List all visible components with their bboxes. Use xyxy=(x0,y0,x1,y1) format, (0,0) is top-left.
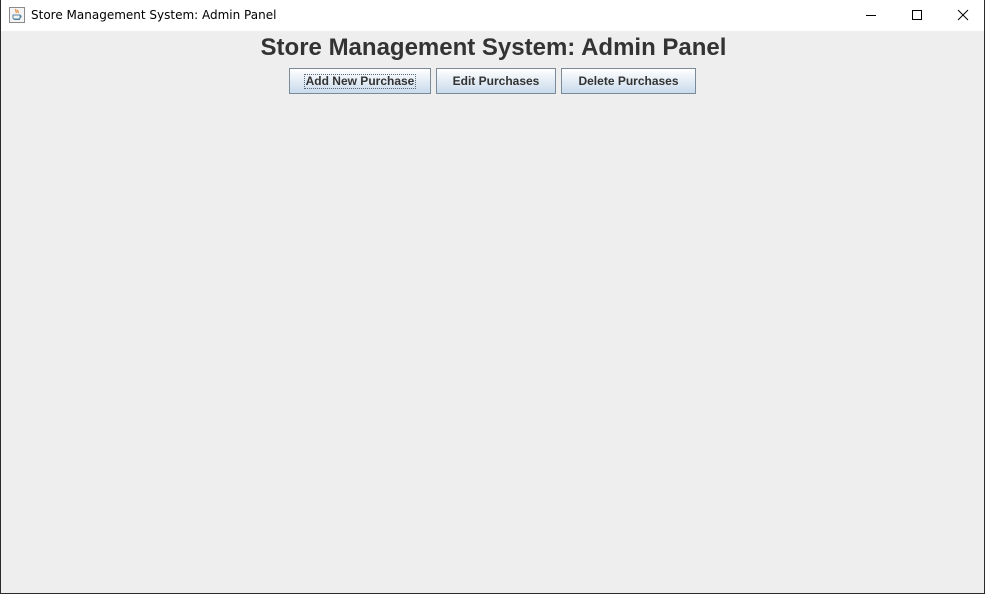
java-app-icon[interactable] xyxy=(9,7,25,23)
admin-panel-content: Store Management System: Admin Panel Add… xyxy=(1,31,984,593)
add-new-purchase-label: Add New Purchase xyxy=(303,74,417,89)
minimize-icon xyxy=(866,15,876,16)
page-title: Store Management System: Admin Panel xyxy=(260,34,727,61)
maximize-icon xyxy=(912,10,922,20)
title-bar[interactable]: Store Management System: Admin Panel xyxy=(1,0,984,31)
close-button[interactable] xyxy=(940,0,985,31)
application-window: Store Management System: Admin Panel Sto… xyxy=(0,0,985,594)
close-icon xyxy=(957,9,969,21)
delete-purchases-button[interactable]: Delete Purchases xyxy=(561,68,696,94)
edit-purchases-label: Edit Purchases xyxy=(452,74,540,88)
maximize-button[interactable] xyxy=(894,0,940,31)
edit-purchases-button[interactable]: Edit Purchases xyxy=(436,68,556,94)
window-title: Store Management System: Admin Panel xyxy=(31,8,277,22)
minimize-button[interactable] xyxy=(848,0,894,31)
delete-purchases-label: Delete Purchases xyxy=(578,74,679,88)
add-new-purchase-button[interactable]: Add New Purchase xyxy=(289,68,431,94)
